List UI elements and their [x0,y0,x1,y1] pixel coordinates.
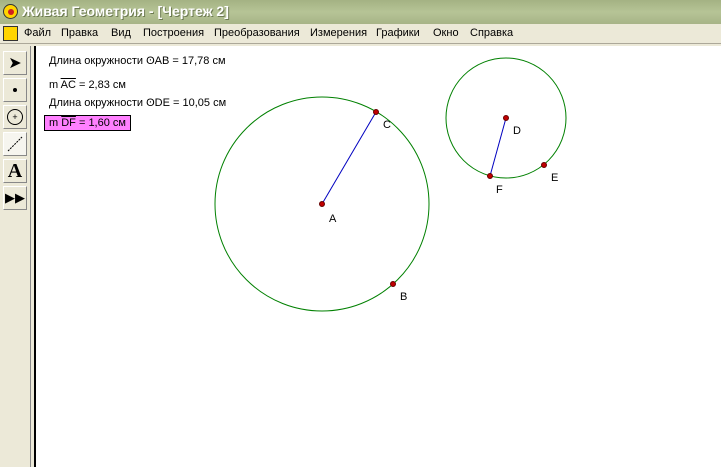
point-icon [13,88,17,92]
menu-help[interactable]: Справка [470,27,513,39]
menu-graph[interactable]: Графики [376,27,420,39]
point-a[interactable] [319,201,325,207]
menu-measure[interactable]: Измерения [310,27,367,39]
toolbox: ➤ + A ▶▶ [0,46,31,467]
menu-transform[interactable]: Преобразования [214,27,300,39]
label-c[interactable]: C [383,119,391,131]
label-d[interactable]: D [513,125,521,137]
menu-construct[interactable]: Построения [143,27,204,39]
document-icon[interactable] [3,26,18,41]
point-c[interactable] [373,109,379,115]
title-bar: Живая Геометрия - [Чертеж 2] [0,0,721,24]
sketch-canvas[interactable]: Длина окружности ʘAB = 17,78 см m AC = 2… [34,46,721,467]
custom-tool[interactable]: ▶▶ [3,186,27,210]
label-a[interactable]: A [329,213,337,225]
point-d[interactable] [503,115,509,121]
point-tool[interactable] [3,78,27,102]
point-e[interactable] [541,162,547,168]
menu-file[interactable]: Файл [24,27,51,39]
selection-arrow-tool[interactable]: ➤ [3,51,27,75]
menu-edit[interactable]: Правка [61,27,98,39]
window-title: Живая Геометрия - [Чертеж 2] [22,3,229,19]
menu-window[interactable]: Окно [433,27,459,39]
construction: A B C D E F [214,57,567,312]
segment-ac[interactable] [321,111,377,205]
text-tool[interactable]: A [3,159,27,183]
point-f[interactable] [487,173,493,179]
app-icon [3,4,18,19]
menu-bar: Файл Правка Вид Построения Преобразовани… [0,24,721,44]
segment-icon [7,136,23,152]
segment-df[interactable] [489,117,507,177]
label-e[interactable]: E [551,172,558,184]
fast-forward-icon: ▶▶ [5,190,25,205]
label-b[interactable]: B [400,291,407,303]
label-f[interactable]: F [496,184,503,196]
compass-tool[interactable]: + [3,105,27,129]
point-b[interactable] [390,281,396,287]
circle-icon: + [7,109,23,125]
menu-view[interactable]: Вид [111,27,131,39]
arrow-icon: ➤ [8,55,22,72]
straightedge-tool[interactable] [3,132,27,156]
text-icon: A [7,159,23,182]
